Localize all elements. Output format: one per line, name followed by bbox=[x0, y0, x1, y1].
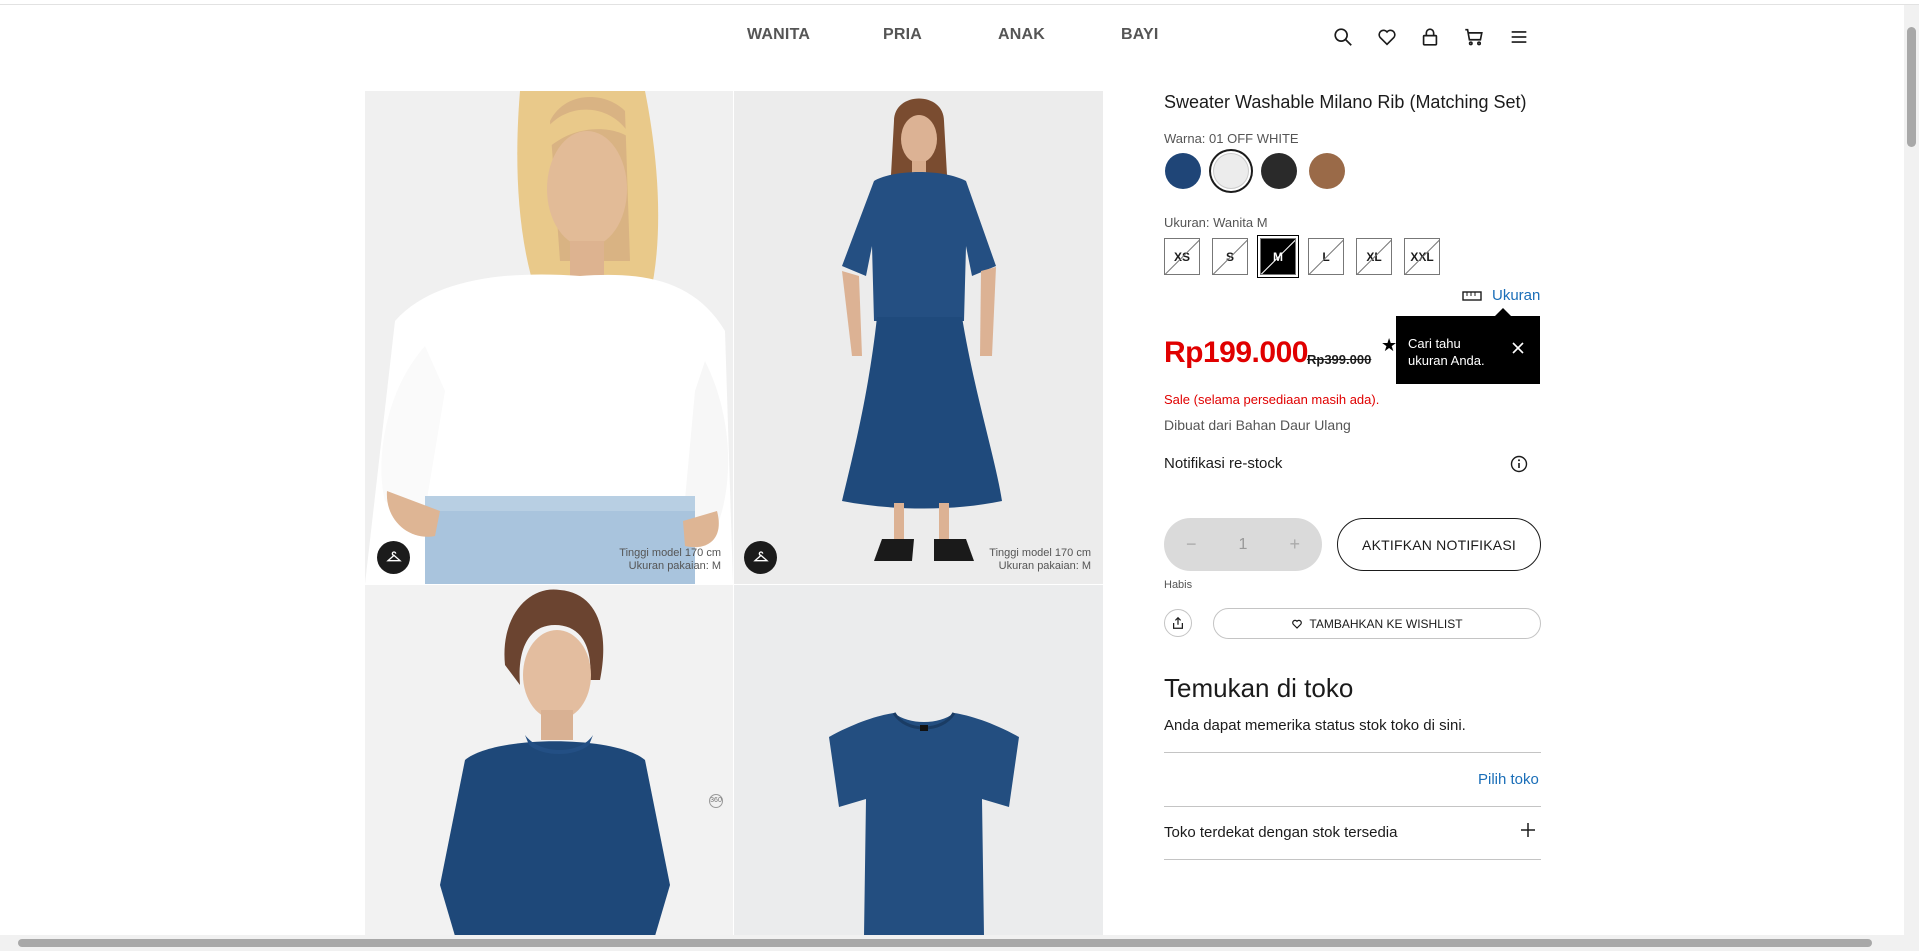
size-tooltip: Cari tahu ukuran Anda. bbox=[1396, 308, 1540, 384]
view-360-icon[interactable]: 360 bbox=[709, 794, 723, 808]
lock-icon[interactable] bbox=[1416, 23, 1444, 51]
ruler-icon bbox=[1462, 290, 1482, 301]
tooltip-text: Cari tahu ukuran Anda. bbox=[1408, 336, 1485, 368]
product-image-1[interactable]: Tinggi model 170 cm Ukuran pakaian: M bbox=[365, 91, 733, 584]
divider bbox=[1164, 806, 1541, 807]
model-size-text: Ukuran pakaian: M bbox=[998, 560, 1091, 572]
size-label: Ukuran: Wanita M bbox=[1164, 215, 1268, 230]
product-gallery: Tinggi model 170 cm Ukuran pakaian: M Ti… bbox=[365, 91, 1103, 936]
horizontal-scrollbar[interactable] bbox=[0, 935, 1919, 951]
nav-anak[interactable]: ANAK bbox=[998, 26, 1045, 44]
close-icon[interactable] bbox=[1510, 340, 1526, 356]
divider bbox=[1164, 859, 1541, 860]
restock-label: Notifikasi re-stock bbox=[1164, 455, 1283, 472]
model-size-text: Ukuran pakaian: M bbox=[628, 560, 721, 572]
main-nav: WANITA PRIA ANAK BAYI bbox=[0, 26, 1919, 50]
hanger-icon[interactable] bbox=[744, 541, 777, 574]
heart-icon bbox=[1292, 619, 1303, 629]
model-height-text: Tinggi model 170 cm bbox=[619, 547, 721, 559]
vertical-scrollbar[interactable] bbox=[1904, 5, 1919, 935]
color-swatch-black[interactable] bbox=[1261, 153, 1297, 189]
model-info: Tinggi model 170 cm Ukuran pakaian: M bbox=[619, 547, 721, 573]
size-l[interactable]: L bbox=[1308, 238, 1344, 275]
search-icon[interactable] bbox=[1329, 23, 1357, 51]
product-image-4[interactable] bbox=[734, 585, 1103, 936]
share-icon bbox=[1173, 616, 1183, 629]
original-price: Rp399.000 bbox=[1307, 352, 1372, 367]
share-button[interactable] bbox=[1164, 609, 1192, 637]
color-swatch-navy[interactable] bbox=[1165, 153, 1201, 189]
size-guide-label: Ukuran bbox=[1492, 287, 1541, 304]
wishlist-button[interactable]: TAMBAHKAN KE WISHLIST bbox=[1213, 608, 1541, 639]
color-swatch-off-white[interactable] bbox=[1213, 153, 1249, 189]
horizontal-scroll-thumb[interactable] bbox=[18, 939, 1872, 947]
model-info: Tinggi model 170 cm Ukuran pakaian: M bbox=[989, 547, 1091, 573]
nav-pria[interactable]: PRIA bbox=[883, 26, 922, 44]
quantity-value: 1 bbox=[1238, 535, 1248, 553]
size-xl[interactable]: XL bbox=[1356, 238, 1392, 275]
color-swatch-brown[interactable] bbox=[1309, 153, 1345, 189]
sale-note: Sale (selama persediaan masih ada). bbox=[1164, 392, 1380, 407]
product-image-2[interactable]: Tinggi model 170 cm Ukuran pakaian: M bbox=[734, 91, 1103, 584]
recycled-note: Dibuat dari Bahan Daur Ulang bbox=[1164, 417, 1351, 433]
product-image-3[interactable]: 360 bbox=[365, 585, 733, 936]
quantity-stepper: − 1 + bbox=[1164, 518, 1322, 571]
size-xs[interactable]: XS bbox=[1164, 238, 1200, 275]
nav-bayi[interactable]: BAYI bbox=[1121, 26, 1159, 44]
size-s[interactable]: S bbox=[1212, 238, 1248, 275]
nearby-stores-label[interactable]: Toko terdekat dengan stok tersedia bbox=[1164, 824, 1397, 841]
size-m[interactable]: M bbox=[1260, 238, 1296, 275]
store-heading: Temukan di toko bbox=[1164, 673, 1354, 703]
star-icon: ★ bbox=[1381, 335, 1398, 355]
stock-status: Habis bbox=[1164, 579, 1193, 591]
expand-plus-icon[interactable] bbox=[1520, 822, 1536, 838]
info-icon[interactable] bbox=[1510, 455, 1528, 473]
size-guide-link[interactable]: Ukuran bbox=[1462, 287, 1540, 304]
window-top-border bbox=[0, 0, 1919, 5]
model-height-text: Tinggi model 170 cm bbox=[989, 547, 1091, 559]
color-label: Warna: 01 OFF WHITE bbox=[1164, 131, 1299, 146]
wishlist-label: TAMBAHKAN KE WISHLIST bbox=[1309, 616, 1463, 631]
size-xxl[interactable]: XXL bbox=[1404, 238, 1440, 275]
heart-icon[interactable] bbox=[1373, 23, 1401, 51]
cart-icon[interactable] bbox=[1460, 23, 1488, 51]
hanger-icon[interactable] bbox=[377, 541, 410, 574]
product-title: Sweater Washable Milano Rib (Matching Se… bbox=[1164, 92, 1527, 112]
divider bbox=[1164, 752, 1541, 753]
store-subtext: Anda dapat memerika status stok toko di … bbox=[1164, 717, 1466, 734]
sale-price: Rp199.000 bbox=[1164, 336, 1308, 369]
nav-wanita[interactable]: WANITA bbox=[747, 26, 810, 44]
minus-icon[interactable]: − bbox=[1186, 534, 1197, 555]
menu-icon[interactable] bbox=[1505, 23, 1533, 51]
plus-icon[interactable]: + bbox=[1289, 534, 1300, 555]
pick-store-link[interactable]: Pilih toko bbox=[1478, 771, 1539, 788]
vertical-scroll-thumb[interactable] bbox=[1907, 27, 1916, 147]
notify-button[interactable]: AKTIFKAN NOTIFIKASI bbox=[1337, 518, 1541, 571]
